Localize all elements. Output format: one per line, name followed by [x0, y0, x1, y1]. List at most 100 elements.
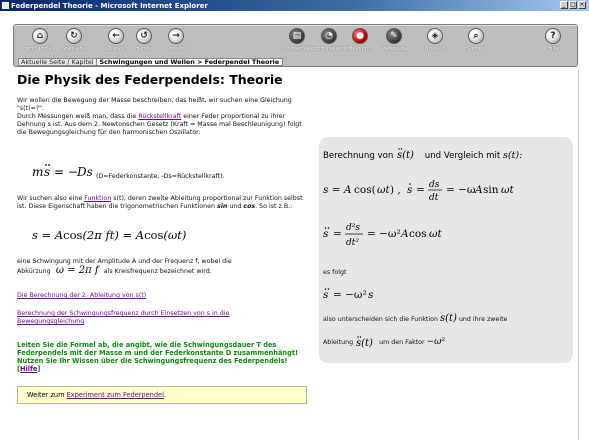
- funktion-link[interactable]: Funktion: [84, 195, 111, 202]
- svg-text:s: s: [44, 165, 50, 179]
- svg-text:dt²: dt²: [346, 238, 359, 248]
- svg-text:s(t): s(t): [356, 338, 373, 349]
- forward-button[interactable]: → Vorwärts: [151, 28, 201, 54]
- my-pm2-icon: ●: [352, 28, 368, 44]
- frequency-link-row: Berechnung der Schwingungsfrequenz durch…: [17, 310, 297, 326]
- help-icon: ?: [545, 28, 561, 44]
- window-titlebar: Federpendel Theorie - Microsoft Internet…: [0, 0, 589, 11]
- help-label: Hilfe: [547, 46, 559, 52]
- s-t-symbol: s(t):: [503, 150, 523, 161]
- abkuerzung-text: Abkürzung: [17, 268, 51, 275]
- svg-text:A: A: [400, 228, 409, 240]
- course-toolbar: ⌂ pm² Portal ↻ Startseite ← Zurück ↺ His…: [13, 24, 578, 67]
- task-close: ]: [37, 365, 41, 373]
- comparison-text-1: also unterscheiden sich die Funktion: [323, 316, 438, 323]
- svg-text:ωt: ωt: [429, 228, 443, 240]
- function-text-1: Wir suchen also eine: [17, 195, 85, 202]
- omega-formula: ω = 2π f: [52, 265, 102, 276]
- maximize-button[interactable]: □: [569, 1, 577, 9]
- cos-text: cos: [243, 203, 256, 210]
- comparison-line: also unterscheiden sich die Funktion s(t…: [323, 313, 507, 324]
- rueckstellkraft-link[interactable]: Rückstellkraft: [138, 113, 181, 120]
- equation-motion-svg: m s = − Ds: [32, 164, 93, 179]
- hilfe-link[interactable]: Hilfe: [20, 365, 37, 373]
- home-icon: ⌂: [32, 28, 48, 44]
- equation-note: (D=Federkonstante, -Ds=Rückstellkraft).: [96, 173, 225, 180]
- svg-text:A: A: [474, 184, 483, 196]
- search-label: Suchen: [466, 46, 486, 52]
- svg-text:s = A: s = A: [323, 184, 352, 196]
- amplitude-text: eine Schwingung mit der Amplitude A und …: [17, 258, 232, 265]
- um-den-faktor-text: um den Faktor: [379, 339, 425, 346]
- history-icon: ↺: [136, 28, 152, 44]
- sddot-t-symbol: s(t): [397, 148, 414, 161]
- svg-text:= −ω²: = −ω²: [367, 228, 401, 240]
- svg-text:=: =: [416, 184, 425, 196]
- panel-heading-text-2: und Vergleich mit: [424, 151, 501, 161]
- tools-icon: ✎: [386, 28, 402, 44]
- refresh-icon: ↻: [66, 28, 82, 44]
- svg-text:= −: = −: [54, 165, 78, 179]
- window-controls: _ □ ×: [560, 1, 586, 9]
- scrollbar-track[interactable]: [578, 70, 579, 440]
- experiment-link[interactable]: Experiment zum Federpendel: [67, 391, 164, 399]
- task-text: Leiten Sie die Formel ab, die angibt, wi…: [17, 341, 307, 373]
- first-derivative-equation: s = A cos( ωt ) , s = ds dt = −ω A sin ω…: [323, 180, 515, 203]
- coursemap-icon: ▤: [289, 28, 305, 44]
- svg-text:d²s: d²s: [346, 223, 360, 233]
- panel-heading: Berechnung von s(t) und Vergleich mit s(…: [323, 147, 522, 161]
- omega-definition: Abkürzung ω = 2π f als Kreisfrequenz bez…: [17, 265, 307, 276]
- page-title: Die Physik des Federpendels: Theorie: [17, 72, 283, 87]
- svg-text:s: s: [323, 289, 329, 301]
- svg-text:cos: cos: [409, 228, 427, 240]
- ie-window-icon: [2, 2, 9, 9]
- second-derivative-equation: s = d²s dt² = −ω² A cos ωt: [323, 223, 443, 248]
- result-equation: s = −ω² s: [323, 288, 374, 301]
- svg-text:s: s: [323, 228, 329, 240]
- und-text: und: [227, 203, 244, 210]
- window-title: Federpendel Theorie - Microsoft Internet…: [11, 1, 208, 10]
- es-folgt-text: es folgt: [323, 269, 347, 276]
- svg-text:) ,: ) ,: [390, 184, 401, 196]
- sddot-t-inline: s(t): [356, 336, 373, 349]
- kreisfrequenz-text: als Kreisfrequenz bezeichnet wird.: [103, 268, 212, 275]
- forward-label: Vorwärts: [165, 46, 187, 52]
- frequency-calculation-link[interactable]: Berechnung der Schwingungsfrequenz durch…: [17, 310, 229, 325]
- sin-text: sin: [216, 203, 228, 210]
- derivative-link-row: Die Berechnung der 2. Ableitung von s(t): [17, 292, 307, 300]
- svg-text:=: =: [333, 228, 342, 240]
- task-body: Leiten Sie die Formel ab, die angibt, wi…: [17, 341, 298, 373]
- next-text: Weiter zum: [27, 391, 67, 399]
- solution-equation: s = Acos(2π ft) = Acos(ωt): [32, 228, 187, 242]
- panel-heading-text-1: Berechnung von: [323, 151, 394, 161]
- factor-line: Ableitung s(t) um den Faktor −ω²: [323, 333, 445, 349]
- next-dot: .: [163, 391, 167, 399]
- intro-paragraph: Wir wollen die Bewegung der Masse beschr…: [17, 97, 307, 137]
- svg-text:= −ω: = −ω: [446, 184, 476, 196]
- svg-text:cos(: cos(: [354, 184, 376, 196]
- intro-text-2: Durch Messungen weiß man, dass die: [17, 113, 139, 120]
- course-header: ⌂ pm² Portal ↻ Startseite ← Zurück ↺ His…: [0, 11, 589, 70]
- intro-text-1: Wir wollen die Bewegung der Masse beschr…: [17, 97, 292, 112]
- svg-text:Ds: Ds: [76, 165, 93, 179]
- function-paragraph: Wir suchen also eine Funktion s(t), dere…: [17, 195, 307, 211]
- search-icon: ⌕: [468, 28, 484, 44]
- comparison-text-2: und ihre zweite: [458, 316, 508, 323]
- svg-text:dt: dt: [429, 193, 439, 203]
- factor-omega: −ω²: [426, 337, 446, 347]
- calculation-panel: Berechnung von s(t) und Vergleich mit s(…: [319, 137, 573, 363]
- derivative-calculation-link[interactable]: Die Berechnung der 2. Ableitung von s(t): [17, 292, 146, 299]
- forward-arrow-icon: →: [168, 28, 184, 44]
- minimize-button[interactable]: _: [560, 1, 568, 9]
- svg-text:s(t): s(t): [397, 150, 414, 161]
- ableitung-text: Ableitung: [323, 339, 354, 346]
- close-button[interactable]: ×: [578, 1, 586, 9]
- svg-text:s: s: [407, 184, 413, 196]
- svg-text:ds: ds: [429, 180, 440, 190]
- function-text-3: . So ist z.B.:: [255, 203, 293, 210]
- help-button[interactable]: ? Hilfe: [528, 28, 578, 54]
- svg-text:ωt: ωt: [377, 184, 391, 196]
- search-button[interactable]: ⌕ Suchen: [451, 28, 501, 54]
- svg-text:s: s: [368, 289, 374, 301]
- page-content: Die Physik des Federpendels: Theorie Wir…: [0, 70, 589, 440]
